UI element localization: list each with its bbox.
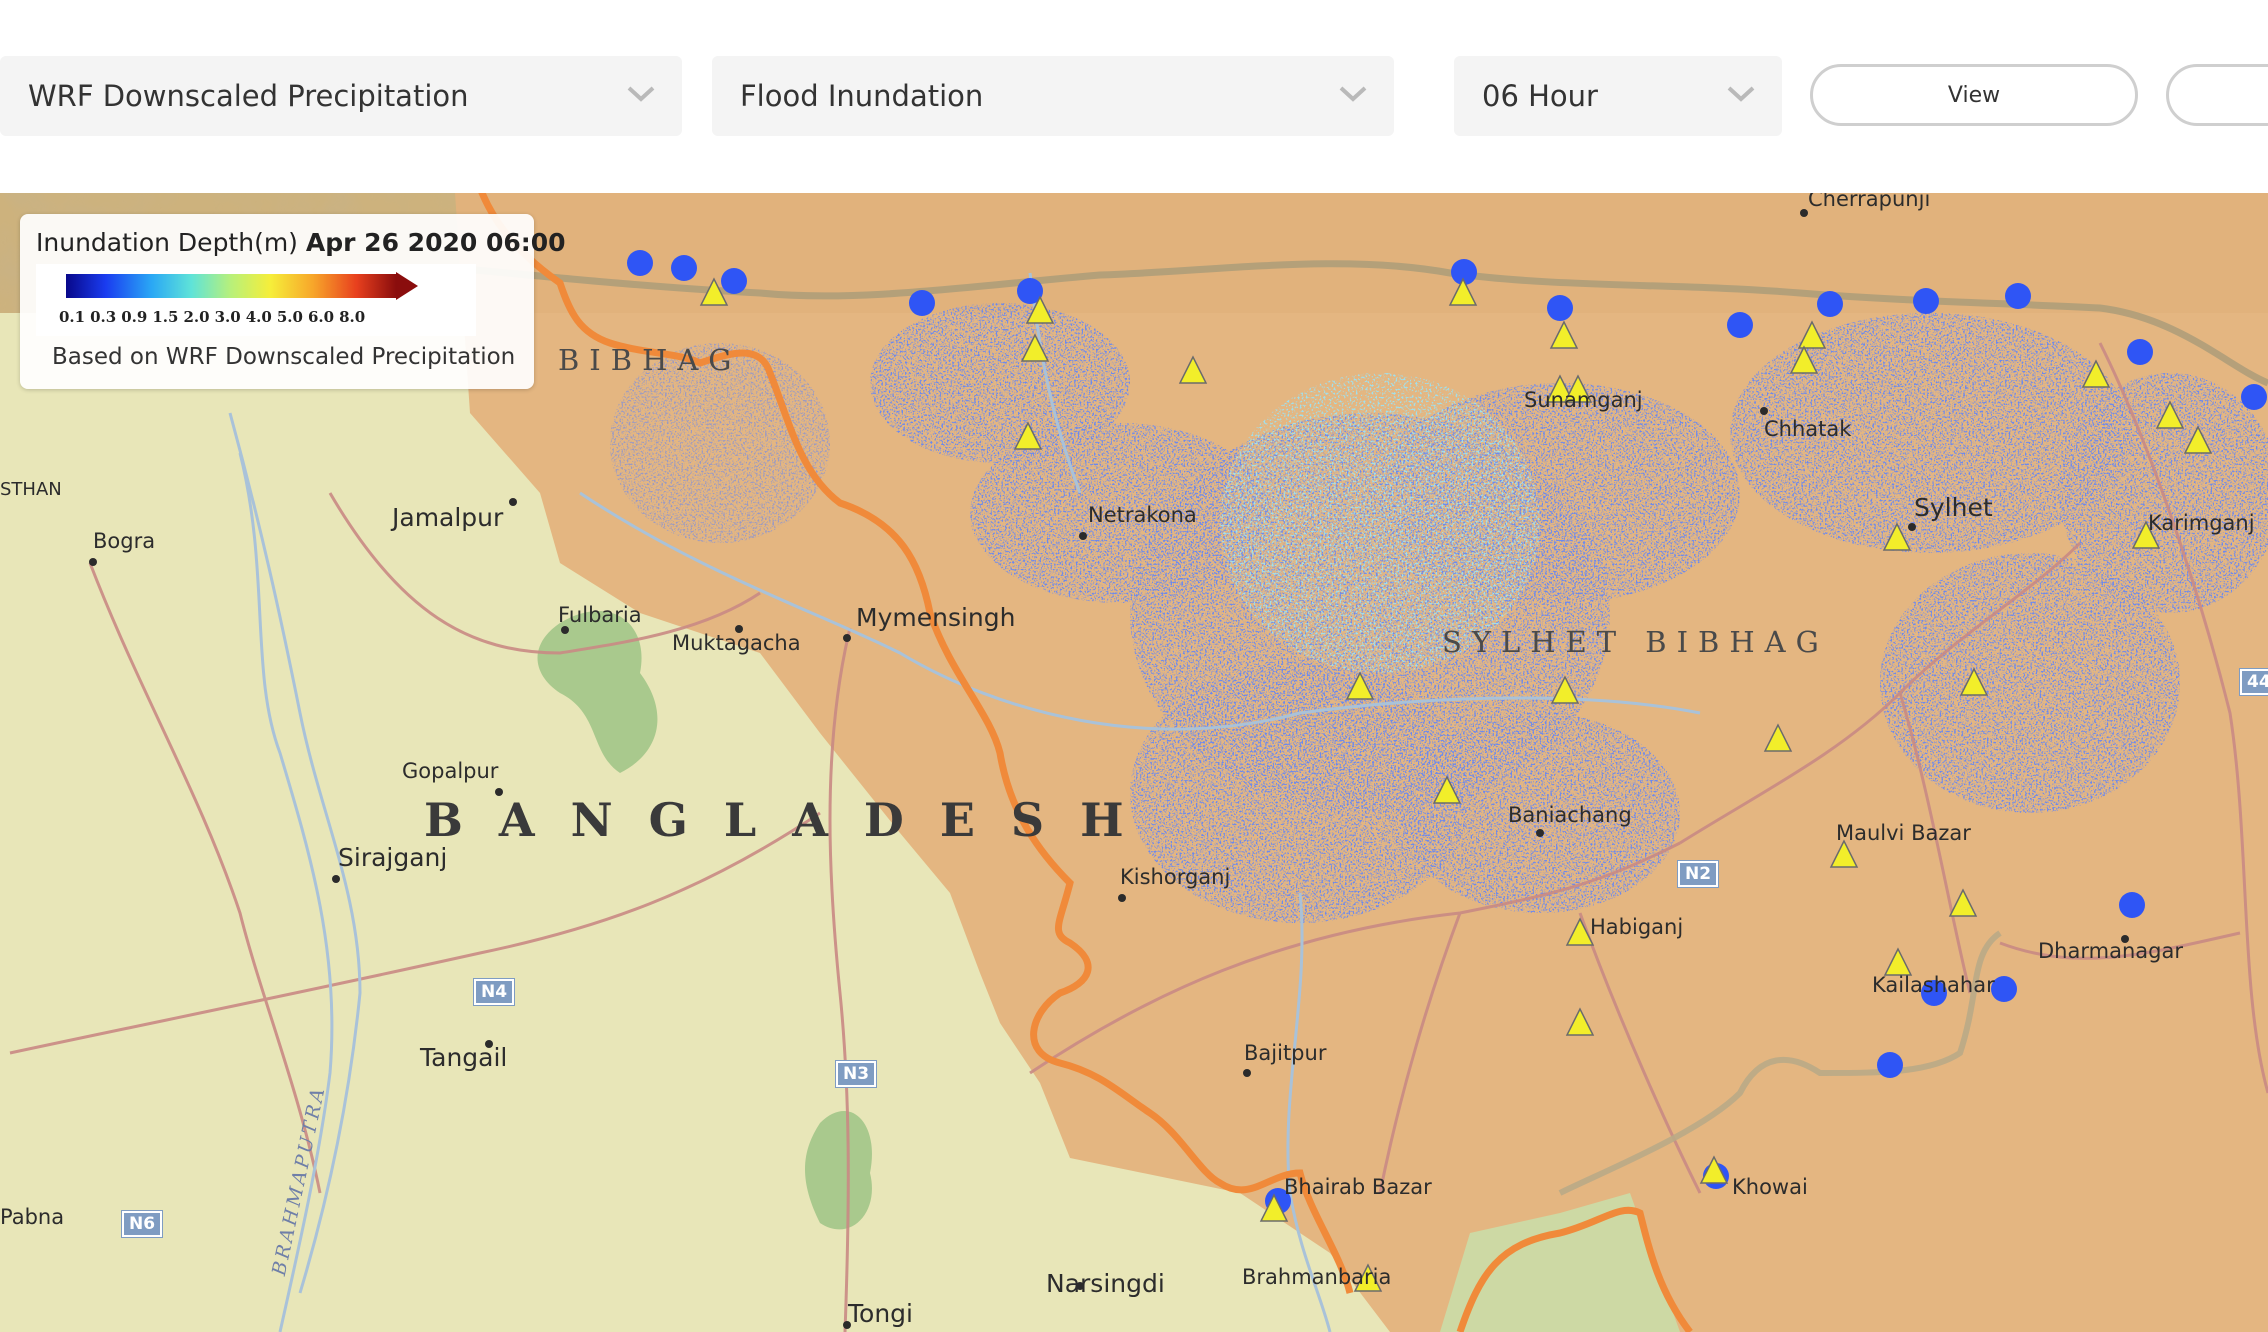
place-label: Bogra — [93, 529, 156, 553]
station-triangle-marker[interactable] — [1178, 355, 1208, 384]
station-triangle-marker[interactable] — [1448, 277, 1478, 306]
station-circle-marker[interactable] — [2241, 384, 2267, 410]
place-label: Kishorganj — [1120, 865, 1231, 889]
edge-label: Karimganj — [2148, 511, 2255, 535]
station-triangle-marker[interactable] — [1948, 888, 1978, 917]
legend-tick-label: 6.0 — [308, 308, 334, 326]
place-label: Jamalpur — [392, 503, 504, 532]
place-label: Netrakona — [1088, 503, 1197, 527]
station-triangle-marker[interactable] — [1550, 675, 1580, 704]
station-circle-marker[interactable] — [2119, 892, 2145, 918]
product-select[interactable]: Flood Inundation — [712, 56, 1394, 136]
inundation-legend: Inundation Depth(m) Apr 26 2020 06:00 0.… — [20, 214, 566, 389]
place-label: Kailashahar — [1872, 973, 1995, 997]
view-button[interactable]: View — [1810, 64, 2138, 126]
station-triangle-marker[interactable] — [1020, 333, 1050, 362]
place-label: Narsingdi — [1046, 1269, 1165, 1298]
legend-tick-label: 8.0 — [339, 308, 365, 326]
road-shield: 44 — [2239, 668, 2268, 696]
country-label: BANGLADESH — [424, 793, 1160, 847]
station-circle-marker[interactable] — [1817, 291, 1843, 317]
precipitation-select-value: WRF Downscaled Precipitation — [28, 79, 469, 113]
place-label: Bhairab Bazar — [1284, 1175, 1432, 1199]
legend-title-date: Apr 26 2020 06:00 — [305, 228, 566, 257]
place-label: Brahmanbaria — [1242, 1265, 1392, 1289]
region-label: SYLHET BIBHAG — [1442, 625, 1829, 659]
view-button-label: View — [1947, 82, 2001, 108]
place-label: Maulvi Bazar — [1836, 821, 1971, 845]
station-circle-marker[interactable] — [2127, 339, 2153, 365]
secondary-button[interactable] — [2166, 64, 2268, 126]
station-triangle-marker[interactable] — [1882, 522, 1912, 551]
place-label: Dharmanagar — [2038, 939, 2183, 963]
place-label: Baniachang — [1508, 803, 1632, 827]
product-select-value: Flood Inundation — [740, 79, 984, 113]
station-triangle-marker[interactable] — [1959, 667, 1989, 696]
place-label: Chhatak — [1764, 417, 1852, 441]
precipitation-select[interactable]: WRF Downscaled Precipitation — [0, 56, 682, 136]
station-circle-marker[interactable] — [721, 268, 747, 294]
chevron-down-icon — [1727, 86, 1755, 102]
legend-tick-label: 3.0 — [215, 308, 241, 326]
road-shield: N2 — [1676, 860, 1720, 888]
station-circle-marker[interactable] — [2005, 283, 2031, 309]
legend-tick-label: 0.9 — [121, 308, 147, 326]
timestep-select-value: 06 Hour — [1482, 79, 1598, 113]
legend-tick-label: 2.0 — [183, 308, 209, 326]
legend-tick-label: 1.5 — [152, 308, 178, 326]
station-triangle-marker[interactable] — [1565, 1007, 1595, 1036]
chevron-down-icon — [1339, 86, 1367, 102]
place-label: Mymensingh — [856, 603, 1016, 632]
place-label: Fulbaria — [558, 603, 642, 627]
station-triangle-marker[interactable] — [1549, 320, 1579, 349]
place-label: Sylhet — [1914, 493, 1993, 522]
place-label: Tongi — [848, 1299, 913, 1328]
legend-tick-label: 4.0 — [246, 308, 272, 326]
color-ramp-graphic: 0.1 0.3 0.9 1.5 2.0 3.0 4.0 5.0 6.0 8.0 — [59, 272, 418, 326]
station-triangle-marker[interactable] — [1013, 421, 1043, 450]
station-triangle-marker[interactable] — [1763, 723, 1793, 752]
station-circle-marker[interactable] — [1547, 295, 1573, 321]
station-triangle-marker[interactable] — [2183, 425, 2213, 454]
legend-title: Inundation Depth(m) Apr 26 2020 06:00 — [36, 228, 566, 257]
station-circle-marker[interactable] — [671, 255, 697, 281]
station-circle-marker[interactable] — [1913, 288, 1939, 314]
station-triangle-marker[interactable] — [1883, 947, 1913, 976]
place-label: Pabna — [0, 1205, 65, 1229]
road-shield: N4 — [472, 978, 516, 1006]
station-triangle-marker[interactable] — [1432, 775, 1462, 804]
legend-title-prefix: Inundation Depth(m) — [36, 228, 298, 257]
timestep-select[interactable]: 06 Hour — [1454, 56, 1782, 136]
place-label: Sunamganj — [1524, 388, 1643, 412]
station-circle-marker[interactable] — [1877, 1052, 1903, 1078]
edge-label: Cherrapunji — [1808, 193, 1931, 211]
place-label: Gopalpur — [402, 759, 499, 783]
legend-tick-label: 5.0 — [277, 308, 303, 326]
legend-tick-label: 0.3 — [90, 308, 116, 326]
edge-label: STHAN — [0, 479, 62, 500]
station-circle-marker[interactable] — [1727, 312, 1753, 338]
legend-note: Based on WRF Downscaled Precipitation — [52, 344, 516, 370]
station-triangle-marker[interactable] — [1345, 671, 1375, 700]
station-circle-marker[interactable] — [627, 250, 653, 276]
region-label: BIBHAG — [558, 343, 742, 377]
station-triangle-marker[interactable] — [1797, 320, 1827, 349]
place-label: Habiganj — [1590, 915, 1684, 939]
station-triangle-marker[interactable] — [2081, 359, 2111, 388]
station-circle-marker[interactable] — [909, 290, 935, 316]
road-shield: N6 — [120, 1210, 164, 1238]
place-label: Bajitpur — [1244, 1041, 1327, 1065]
place-label: Muktagacha — [672, 631, 801, 655]
place-label: Khowai — [1732, 1175, 1808, 1199]
station-triangle-marker[interactable] — [1789, 345, 1819, 374]
place-label: Sirajganj — [338, 843, 448, 872]
place-label: Tangail — [420, 1043, 508, 1072]
station-triangle-marker[interactable] — [2155, 400, 2185, 429]
legend-tick-label: 0.1 — [59, 308, 85, 326]
toolbar: WRF Downscaled Precipitation Flood Inund… — [0, 0, 2268, 193]
road-shield: N3 — [834, 1060, 878, 1088]
legend-color-ramp: 0.1 0.3 0.9 1.5 2.0 3.0 4.0 5.0 6.0 8.0 — [36, 264, 476, 336]
chevron-down-icon — [627, 86, 655, 102]
